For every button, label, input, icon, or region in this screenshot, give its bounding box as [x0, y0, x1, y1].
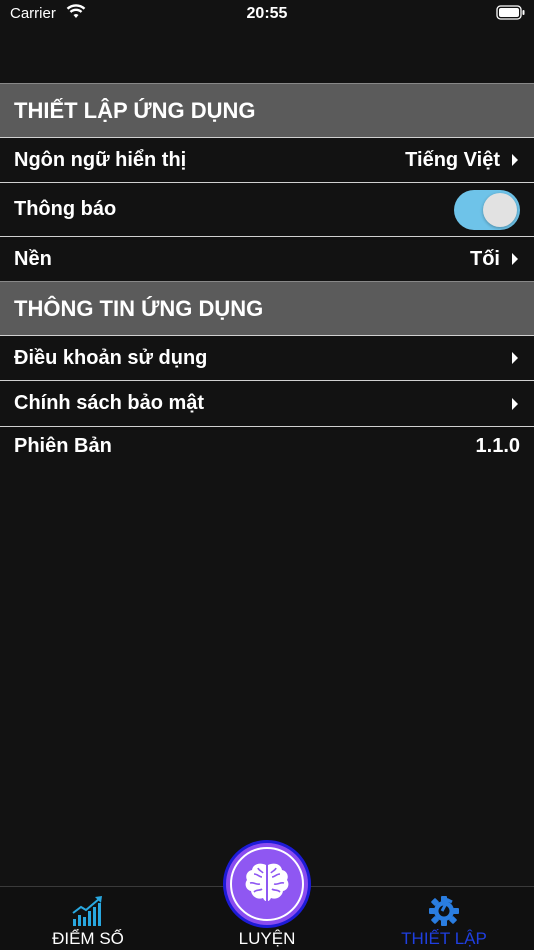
terms-row[interactable]: Điều khoản sử dụng — [0, 335, 534, 381]
notifications-row: Thông báo — [0, 183, 534, 237]
version-row: Phiên Bản 1.1.0 — [0, 427, 534, 465]
status-bar: Carrier 20:55 — [0, 0, 534, 30]
toggle-knob — [483, 192, 517, 227]
theme-row[interactable]: Nền Tối — [0, 237, 534, 281]
chevron-right-icon — [510, 397, 520, 411]
chevron-right-icon — [510, 351, 520, 365]
version-value: 1.1.0 — [475, 434, 520, 457]
chevron-right-icon — [510, 252, 520, 266]
gear-check-icon — [428, 895, 460, 932]
battery-icon — [496, 5, 526, 26]
settings-screen: Carrier 20:55 THIẾT LẬP ỨNG DỤNG Ngôn ng… — [0, 0, 534, 950]
language-row[interactable]: Ngôn ngữ hiển thị Tiếng Việt — [0, 137, 534, 183]
section-header-app-settings: THIẾT LẬP ỨNG DỤNG — [0, 83, 534, 137]
theme-value: Tối — [470, 247, 500, 270]
section-header-app-info: THÔNG TIN ỨNG DỤNG — [0, 281, 534, 335]
notifications-toggle[interactable] — [454, 189, 520, 230]
tab-scores[interactable]: ĐIỂM SỐ — [40, 887, 136, 950]
practice-button-inner — [230, 847, 304, 921]
tab-scores-label: ĐIỂM SỐ — [52, 929, 124, 948]
language-value: Tiếng Việt — [405, 148, 500, 171]
practice-button[interactable] — [223, 840, 311, 928]
chevron-right-icon — [510, 153, 520, 167]
clock: 20:55 — [246, 5, 288, 22]
privacy-row[interactable]: Chính sách bảo mật — [0, 381, 534, 427]
theme-label: Nền — [14, 247, 52, 270]
privacy-label: Chính sách bảo mật — [14, 392, 205, 414]
notifications-label: Thông báo — [14, 198, 117, 220]
tab-settings[interactable]: THIẾT LẬP — [394, 887, 494, 950]
version-label: Phiên Bản — [14, 434, 112, 457]
brain-icon — [244, 861, 290, 908]
tab-settings-label: THIẾT LẬP — [401, 929, 487, 948]
chart-growth-icon — [71, 895, 105, 932]
language-label: Ngôn ngữ hiển thị — [14, 148, 187, 171]
tab-practice-label: LUYỆN — [238, 929, 296, 948]
terms-label: Điều khoản sử dụng — [14, 346, 208, 369]
